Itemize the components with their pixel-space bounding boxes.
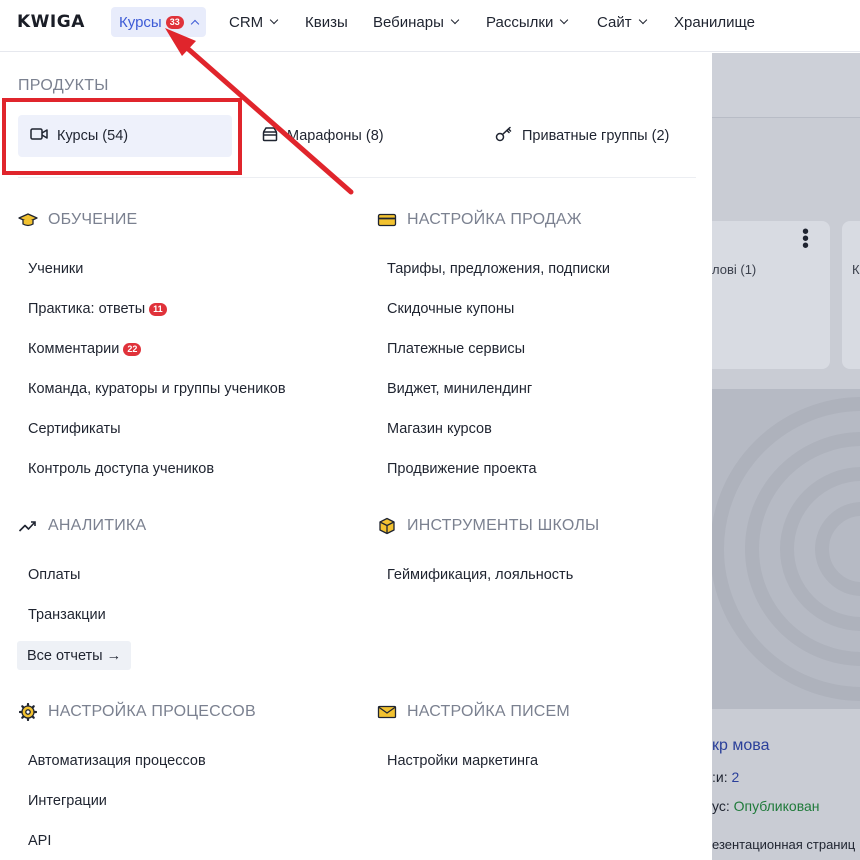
link-tariffs[interactable]: Тарифы, предложения, подписки: [387, 261, 610, 277]
product-marathons[interactable]: Марафоны (8): [262, 115, 384, 157]
gear-icon: [18, 703, 38, 721]
link-comments[interactable]: Комментарии 22: [28, 341, 142, 357]
background-course-title: кр мова: [712, 737, 770, 754]
nav-site-label: Сайт: [597, 13, 632, 31]
nav-storage[interactable]: Хранилище: [666, 7, 763, 37]
link-practice-answers[interactable]: Практика: ответы 11: [28, 301, 167, 317]
group-processes-title: НАСТРОЙКА ПРОЦЕССОВ: [18, 703, 256, 721]
link-marketing-settings[interactable]: Настройки маркетинга: [387, 753, 538, 769]
nav-mailings-label: Рассылки: [486, 13, 554, 31]
nav-courses-badge: 33: [165, 15, 184, 29]
logo[interactable]: KWIGA: [17, 12, 85, 32]
background-page: • • • лові (1) К кр мова :и: 2 ус: Опублик…: [712, 53, 860, 860]
background-line-2-value: 2: [731, 769, 740, 785]
background-line-2: :и: 2: [712, 769, 739, 785]
link-automation[interactable]: Автоматизация процессов: [28, 753, 206, 769]
comments-badge: 22: [123, 342, 142, 356]
nav-webinars-label: Вебинары: [373, 13, 444, 31]
chevron-down-icon: [450, 15, 460, 25]
background-header-band: [712, 53, 860, 118]
nav-crm-label: CRM: [229, 13, 264, 31]
nav-webinars[interactable]: Вебинары: [365, 7, 466, 37]
product-private-groups-label: Приватные группы (2): [522, 128, 670, 144]
link-payment-services[interactable]: Платежные сервисы: [387, 341, 525, 357]
link-integrations[interactable]: Интеграции: [28, 793, 107, 809]
chevron-up-icon: [190, 19, 199, 28]
group-analytics-label: АНАЛИТИКА: [48, 517, 147, 534]
highlight-box: [2, 98, 242, 175]
group-tools-title: ИНСТРУМЕНТЫ ШКОЛЫ: [377, 517, 599, 535]
link-coupons[interactable]: Скидочные купоны: [387, 301, 514, 317]
background-line-4: езентационная страниц: [712, 837, 856, 852]
key-icon: [495, 126, 513, 146]
nav-storage-label: Хранилище: [674, 13, 755, 31]
link-gamification[interactable]: Геймификация, лояльность: [387, 567, 573, 583]
nav-courses-label: Курсы: [119, 13, 162, 31]
link-payments[interactable]: Оплаты: [28, 567, 80, 583]
link-certificates[interactable]: Сертификаты: [28, 421, 121, 437]
nav-quizzes-label: Квизы: [305, 13, 348, 31]
background-course-card-2: [842, 221, 860, 369]
link-access-control[interactable]: Контроль доступа учеников: [28, 461, 214, 477]
product-private-groups[interactable]: Приватные группы (2): [495, 115, 669, 157]
envelope-icon: [377, 704, 397, 720]
trend-up-icon: [18, 518, 38, 534]
link-comments-label: Комментарии: [28, 341, 120, 357]
group-sales-title: НАСТРОЙКА ПРОДАЖ: [377, 211, 582, 229]
top-nav: KWIGA Курсы 33 CRM Квизы Вебинары Рассыл…: [0, 0, 860, 52]
background-course-card: [712, 221, 830, 369]
nav-quizzes[interactable]: Квизы: [297, 7, 356, 37]
background-line-3: ус: Опубликован: [712, 798, 820, 814]
group-learning-label: ОБУЧЕНИЕ: [48, 211, 138, 228]
products-label: ПРОДУКТЫ: [18, 77, 109, 94]
group-sales-label: НАСТРОЙКА ПРОДАЖ: [407, 211, 582, 228]
fingerprint-pattern-icon: [712, 397, 860, 701]
link-api[interactable]: API: [28, 833, 51, 849]
more-vertical-icon: • • •: [802, 221, 810, 257]
link-promotion[interactable]: Продвижение проекта: [387, 461, 537, 477]
product-marathons-label: Марафоны (8): [287, 128, 384, 144]
group-learning-title: ОБУЧЕНИЕ: [18, 211, 137, 229]
link-team-curators[interactable]: Команда, кураторы и группы учеников: [28, 381, 286, 397]
background-card-text-2: К: [852, 262, 860, 277]
products-divider: [18, 177, 696, 178]
chevron-down-icon: [560, 15, 569, 25]
group-emails-label: НАСТРОЙКА ПИСЕМ: [407, 703, 570, 720]
link-widget[interactable]: Виджет, минилендинг: [387, 381, 532, 397]
chevron-down-icon: [269, 15, 279, 25]
background-card-text: лові (1): [712, 262, 757, 277]
nav-crm[interactable]: CRM: [221, 7, 285, 37]
background-status: Опубликован: [733, 798, 820, 814]
group-emails-title: НАСТРОЙКА ПИСЕМ: [377, 703, 570, 721]
group-tools-label: ИНСТРУМЕНТЫ ШКОЛЫ: [407, 517, 600, 534]
nav-courses[interactable]: Курсы 33: [111, 7, 206, 37]
group-analytics-title: АНАЛИТИКА: [18, 517, 146, 535]
link-course-store[interactable]: Магазин курсов: [387, 421, 492, 437]
practice-answers-badge: 11: [149, 302, 167, 316]
graduation-cap-icon: [18, 212, 38, 228]
background-image: [712, 389, 860, 709]
chevron-down-icon: [638, 15, 647, 25]
nav-mailings[interactable]: Рассылки: [478, 7, 575, 37]
nav-site[interactable]: Сайт: [589, 7, 654, 37]
link-transactions[interactable]: Транзакции: [28, 607, 106, 623]
background-line-2-prefix: :и:: [712, 769, 732, 785]
credit-card-icon: [377, 212, 397, 228]
all-reports-button[interactable]: Все отчеты →: [17, 641, 132, 670]
group-processes-label: НАСТРОЙКА ПРОЦЕССОВ: [48, 703, 256, 720]
cube-icon: [377, 517, 397, 535]
box-icon: [262, 126, 278, 146]
link-students[interactable]: Ученики: [28, 261, 83, 277]
background-line-3-prefix: ус:: [712, 798, 734, 814]
link-practice-answers-label: Практика: ответы: [28, 301, 146, 317]
